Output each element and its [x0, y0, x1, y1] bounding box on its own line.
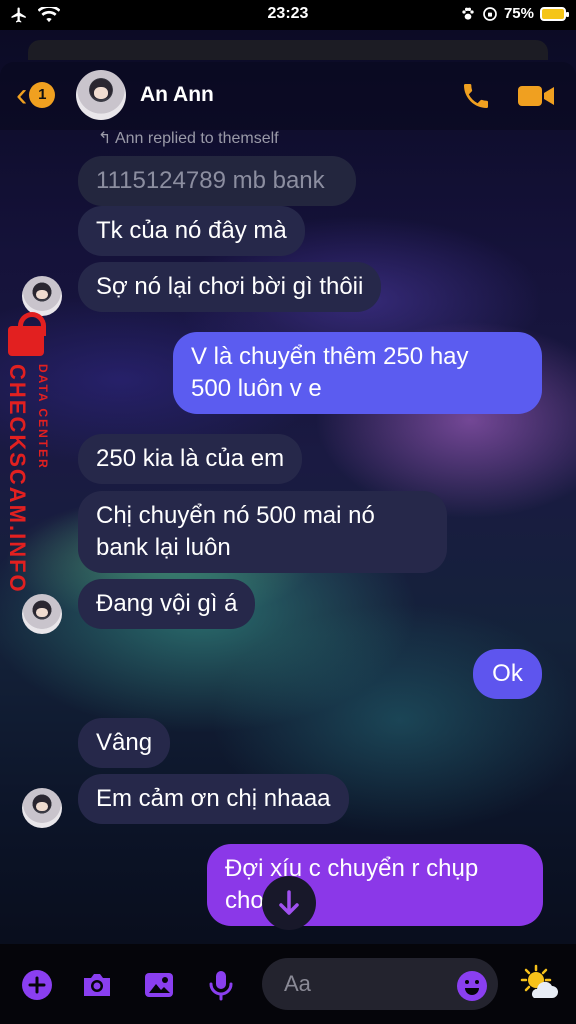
lock-logo	[4, 312, 46, 356]
back-button[interactable]: ‹ 1	[16, 76, 56, 114]
orientation-lock-icon	[483, 6, 497, 21]
chevron-left-icon: ‹	[16, 76, 28, 114]
image-icon[interactable]	[142, 968, 176, 1002]
battery-icon	[540, 6, 569, 21]
camera-icon[interactable]	[80, 968, 114, 1002]
paw-icon	[462, 7, 474, 20]
message-composer	[0, 944, 576, 1024]
weather-icon[interactable]	[520, 964, 560, 1004]
status-bar: 23:23 75%	[0, 0, 576, 30]
message-bubble-incoming[interactable]: Vâng	[78, 718, 171, 768]
reply-arrow-icon: ↰	[98, 130, 115, 147]
scroll-to-bottom-button[interactable]	[262, 876, 316, 930]
watermark-subtext: DATA CENTER	[36, 364, 50, 470]
reply-note: ↰ Ann replied to themself	[98, 130, 279, 147]
message-bubble-outgoing[interactable]: V là chuyển thêm 250 hay 500 luôn v e	[173, 332, 542, 414]
message-bubble-quoted[interactable]: 1115124789 mb bank	[78, 156, 356, 206]
chat-header: ‹ 1 An Ann	[0, 62, 576, 130]
plus-icon[interactable]	[20, 968, 54, 1002]
battery-percent: 75%	[503, 5, 534, 22]
message-bubble-outgoing[interactable]: Đợi xíu c chuyển r chụp cho	[207, 844, 543, 926]
sender-avatar	[22, 276, 62, 316]
contact-name[interactable]: An Ann	[140, 83, 214, 107]
emoji-icon[interactable]	[456, 970, 488, 1002]
video-camera-icon[interactable]	[516, 82, 556, 110]
watermark: CHECKSCAM.INFO DATA CENTER	[0, 312, 64, 594]
message-bubble-outgoing[interactable]: Ok	[473, 649, 542, 699]
phone-icon[interactable]	[460, 80, 492, 112]
watermark-text: CHECKSCAM.INFO	[5, 364, 30, 594]
message-bubble-incoming[interactable]: 250 kia là của em	[78, 434, 303, 484]
message-bubble-incoming[interactable]: Sợ nó lại chơi bời gì thôii	[78, 262, 382, 312]
message-bubble-incoming[interactable]: Tk của nó đây mà	[78, 206, 305, 256]
message-bubble-incoming[interactable]: Em cảm ơn chị nhaaa	[78, 774, 349, 824]
unread-badge: 1	[29, 82, 56, 108]
microphone-icon[interactable]	[204, 968, 238, 1002]
message-bubble-incoming[interactable]: Chị chuyển nó 500 mai nó bank lại luôn	[78, 491, 447, 573]
background-sheet	[28, 40, 548, 60]
contact-avatar[interactable]	[76, 70, 126, 120]
arrow-down-icon	[279, 890, 299, 915]
sender-avatar	[22, 788, 62, 828]
sender-avatar	[22, 594, 62, 634]
message-bubble-incoming[interactable]: Đang vội gì á	[78, 579, 256, 629]
